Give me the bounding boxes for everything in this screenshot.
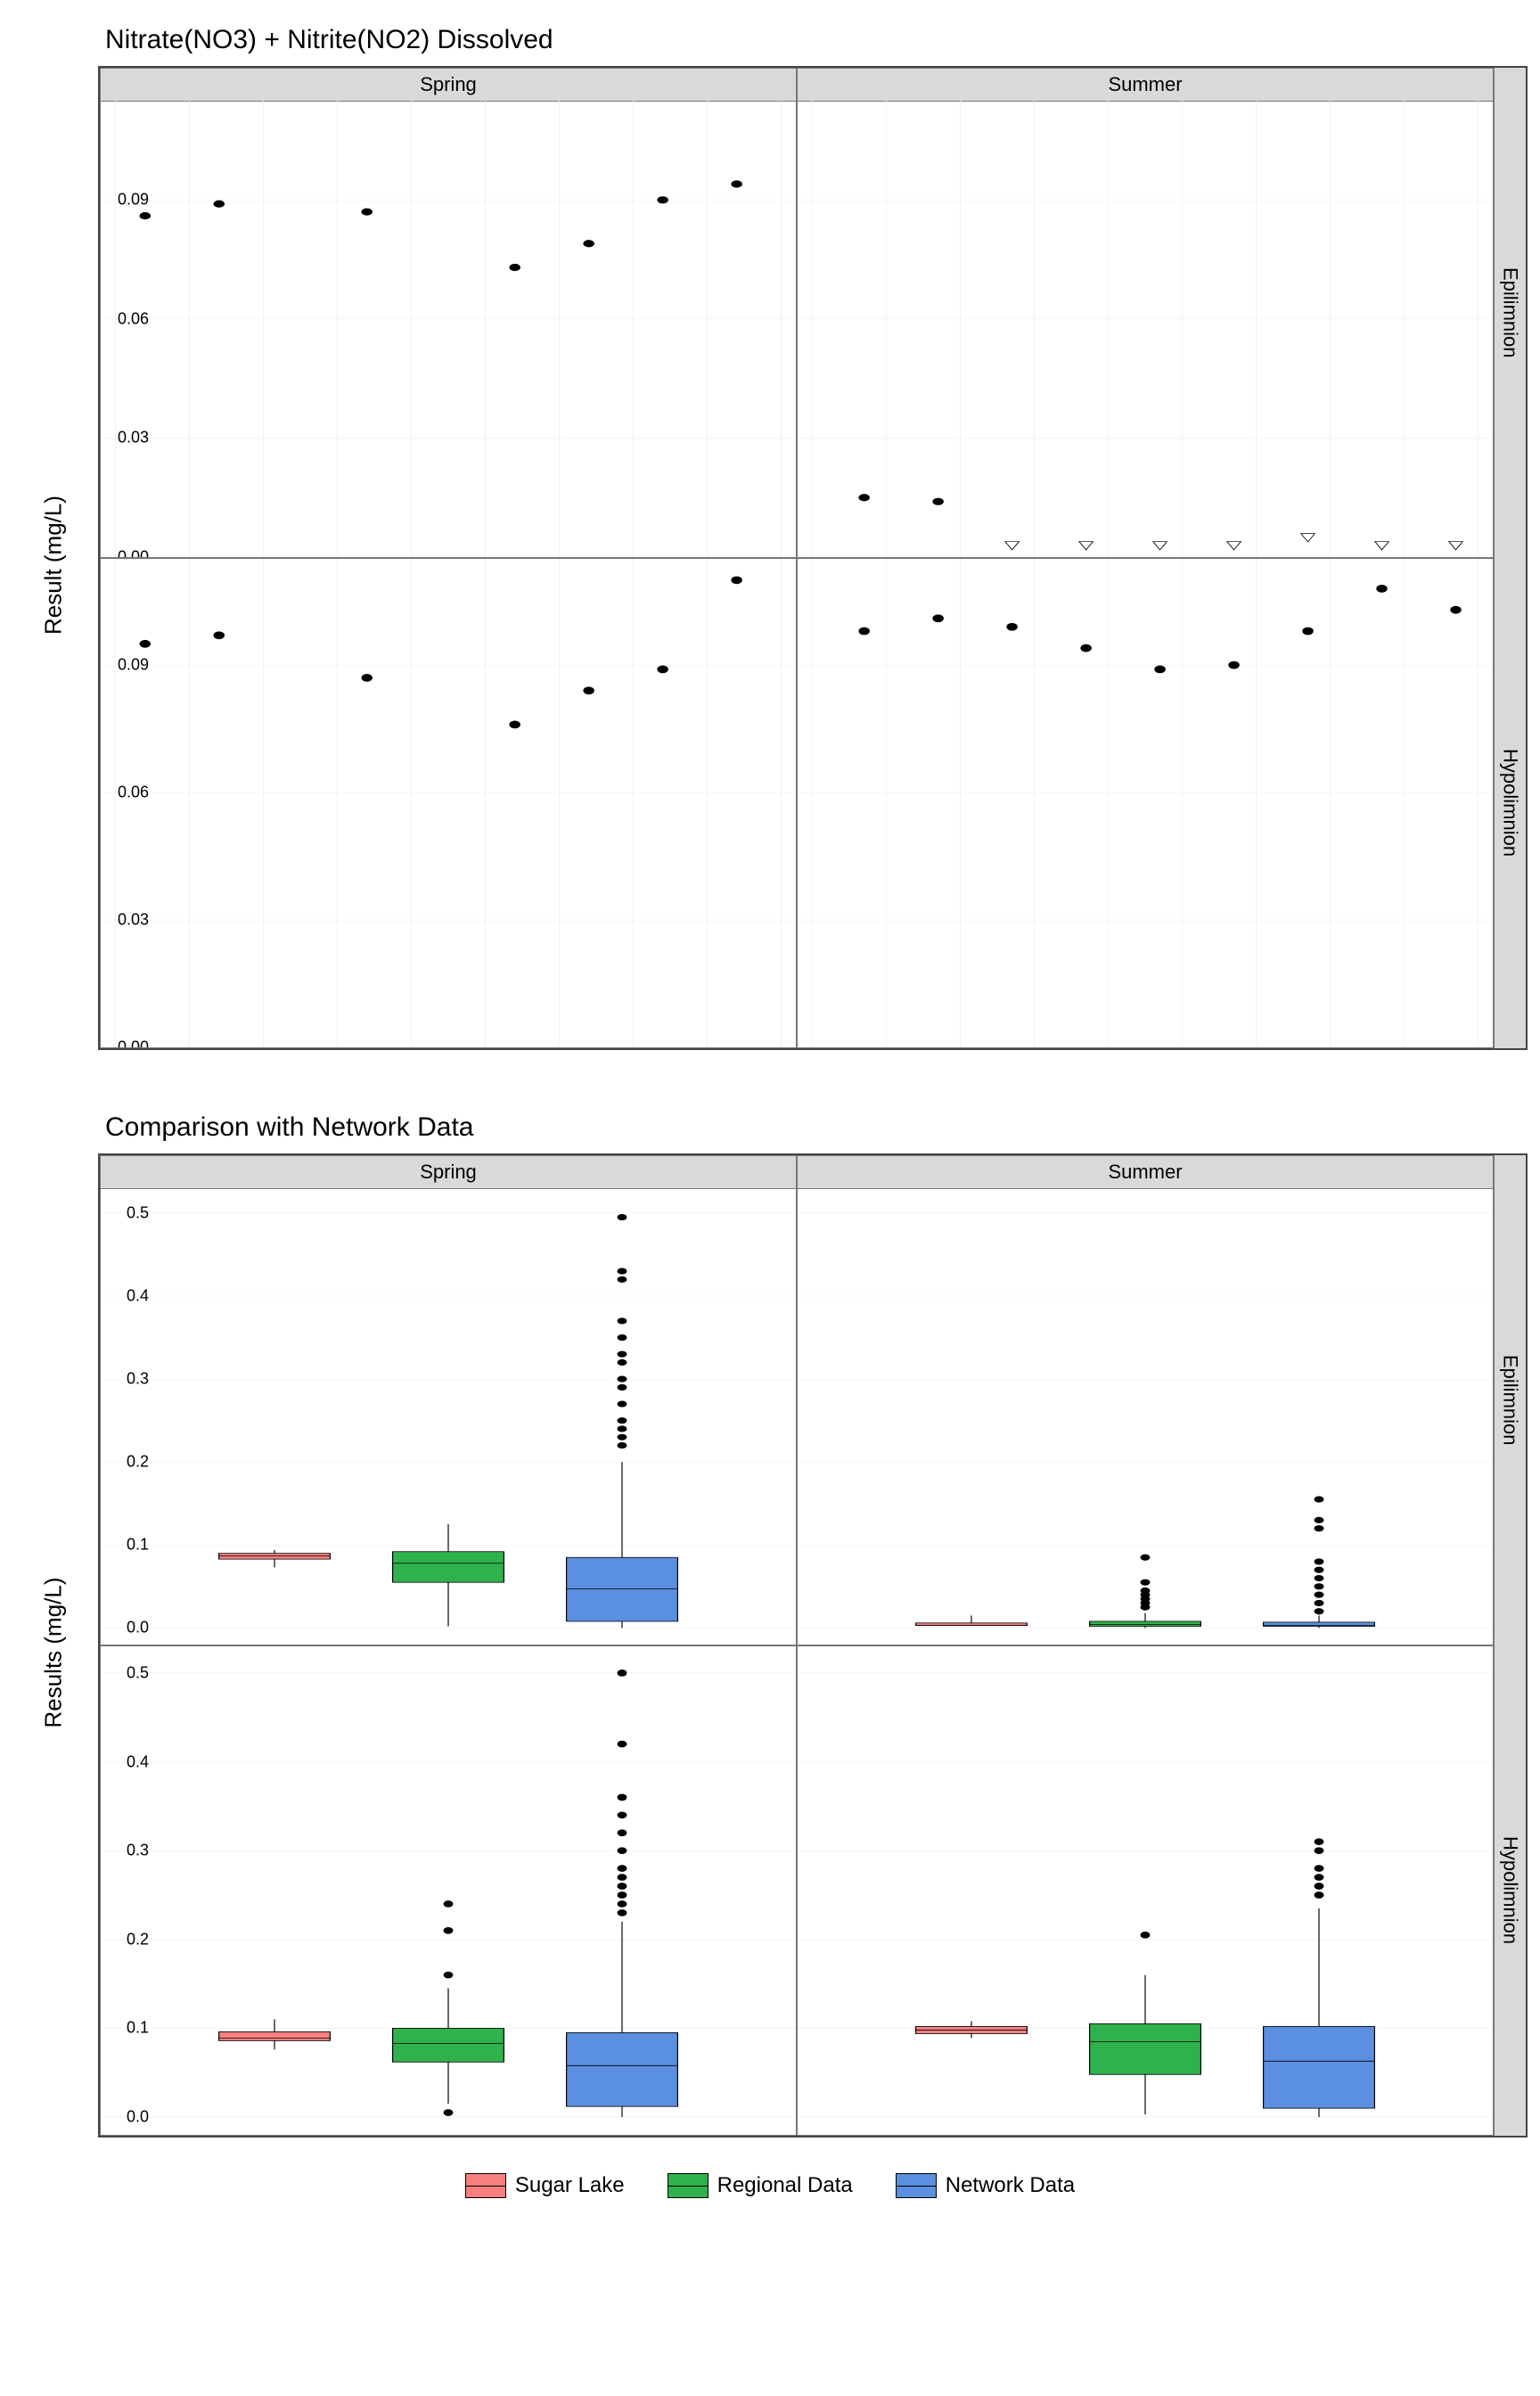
bfacet-summer-epi: Summer xyxy=(797,1155,1494,1645)
legend: Sugar Lake Regional Data Network Data xyxy=(27,2173,1513,2204)
facet-spring-hypo: 0.000.030.060.09 20162017201820192020202… xyxy=(100,558,797,1048)
y-axis-label-2: Results (mg/L) xyxy=(40,1577,68,1727)
chart-title-2: Comparison with Network Data xyxy=(105,1112,1513,1143)
bstrip-summer: Summer xyxy=(798,1156,1493,1189)
bfacet-spring-hypo: 0.00.10.20.30.40.5 Nitrate(NO3) + Nitrit… xyxy=(100,1645,797,2136)
facet-summer-hypo: 2016201720182019202020212022202320242025 xyxy=(797,558,1494,1048)
facet-spring-epi: Spring 0.000.030.060.09 xyxy=(100,68,797,558)
legend-item-sugar-lake: Sugar Lake xyxy=(465,2173,625,2198)
bstrip-hypo: Hypolimnion xyxy=(1494,1645,1526,2136)
y-axis-label-1: Result (mg/L) xyxy=(40,496,68,635)
legend-item-network-data: Network Data xyxy=(896,2173,1075,2198)
strip-epi: Epilimnion xyxy=(1494,68,1526,558)
bstrip-epi: Epilimnion xyxy=(1494,1155,1526,1645)
bfacet-spring-epi: Spring 0.00.10.20.30.40.5 xyxy=(100,1155,797,1645)
strip-hypo: Hypolimnion xyxy=(1494,558,1526,1048)
legend-item-regional-data: Regional Data xyxy=(668,2173,853,2198)
bfacet-summer-hypo: Nitrate(NO3) + Nitrite(NO2) Dissolved xyxy=(797,1645,1494,2136)
strip-summer: Summer xyxy=(798,69,1493,102)
facet-summer-epi: Summer xyxy=(797,68,1494,558)
scatter-facet-chart: Nitrate(NO3) + Nitrite(NO2) Dissolved Re… xyxy=(27,25,1513,1050)
bstrip-spring: Spring xyxy=(101,1156,796,1189)
boxplot-facet-chart: Comparison with Network Data Results (mg… xyxy=(27,1112,1513,2138)
chart-title-1: Nitrate(NO3) + Nitrite(NO2) Dissolved xyxy=(105,25,1513,55)
strip-spring: Spring xyxy=(101,69,796,102)
